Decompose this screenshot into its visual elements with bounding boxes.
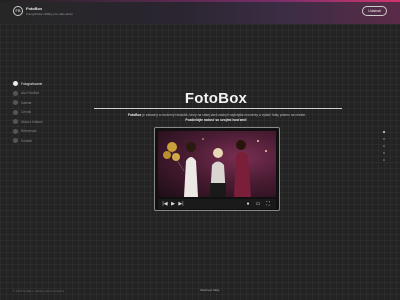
sidebar-item-label: Akcia s fotkami	[21, 119, 43, 124]
sidebar-nav: Fotografovanie Ako FotoBox Galéria Cenní…	[13, 79, 63, 146]
sidebar-item-photography[interactable]: Fotografovanie	[13, 79, 63, 89]
sidebar-item-label: Fotografovanie	[21, 81, 43, 86]
sidebar-item-references[interactable]: Referencie	[13, 127, 63, 137]
sidebar-item-label: Ako FotoBox	[21, 91, 40, 96]
bullet-icon	[13, 90, 18, 96]
sidebar-item-label: Referencie	[21, 129, 37, 134]
intro-body: je zábavný a moderný fotokútik, ktorý na…	[141, 113, 307, 117]
cta-text: Pozdieľajte radosť so svojimi hosťami!	[185, 118, 247, 122]
pagination-dot[interactable]	[383, 159, 385, 161]
bullet-icon	[13, 109, 18, 115]
skip-back-icon[interactable]: |◀	[161, 199, 169, 209]
skip-forward-icon[interactable]: ▶|	[177, 199, 185, 209]
intro-text: FotoBox je zábavný a moderný fotokútik, …	[110, 113, 324, 117]
pagination-dot[interactable]	[383, 145, 385, 147]
sidebar-item-label: Kontakt	[21, 138, 32, 143]
video-player[interactable]: |◀ ▶ ▶| ● ▭ ⛶	[154, 127, 280, 211]
sidebar-item-pricing[interactable]: Cenník	[13, 108, 63, 118]
section-pagination	[383, 131, 386, 166]
footer-copyright: © 2024 FotoBox, všetky práva vyhradené	[13, 289, 65, 293]
intro-brand: FotoBox	[127, 113, 142, 117]
page-title: FotoBox	[184, 90, 248, 107]
bullet-icon	[13, 138, 18, 144]
play-icon[interactable]: ▶	[169, 199, 177, 209]
sidebar-item-contact[interactable]: Kontakt	[13, 136, 63, 146]
title-divider	[94, 108, 342, 109]
sidebar-item-gallery[interactable]: Galéria	[13, 98, 63, 108]
pagination-dot[interactable]	[383, 152, 385, 154]
events-button[interactable]: Udalosti	[362, 6, 387, 16]
screen-icon[interactable]: ▭	[253, 201, 263, 207]
sidebar-item-about[interactable]: Ako FotoBox	[13, 89, 63, 99]
sidebar-item-label: Cenník	[21, 110, 32, 115]
fullscreen-icon[interactable]: ⛶	[263, 201, 273, 207]
party-photo	[163, 138, 267, 197]
bullet-icon	[13, 119, 18, 125]
brand-name: FotoBox	[26, 6, 43, 11]
sidebar-item-label: Galéria	[21, 100, 32, 105]
video-frame[interactable]	[158, 131, 276, 197]
pagination-dot[interactable]	[383, 138, 385, 140]
scroll-hint[interactable]: Sledovať ďalej	[200, 288, 219, 292]
bullet-icon	[13, 100, 18, 106]
sidebar-item-events[interactable]: Akcia s fotkami	[13, 117, 63, 127]
record-icon[interactable]: ●	[243, 201, 253, 207]
brand-tagline: Fotografické zážitky pre vašu akciu	[26, 12, 73, 16]
bullet-icon	[13, 128, 18, 134]
bullet-icon	[13, 81, 18, 87]
player-controls: |◀ ▶ ▶| ● ▭ ⛶	[158, 199, 276, 209]
logo-icon[interactable]: FB	[13, 6, 23, 16]
pagination-dot[interactable]	[383, 131, 385, 133]
header-accent-line	[0, 0, 400, 2]
